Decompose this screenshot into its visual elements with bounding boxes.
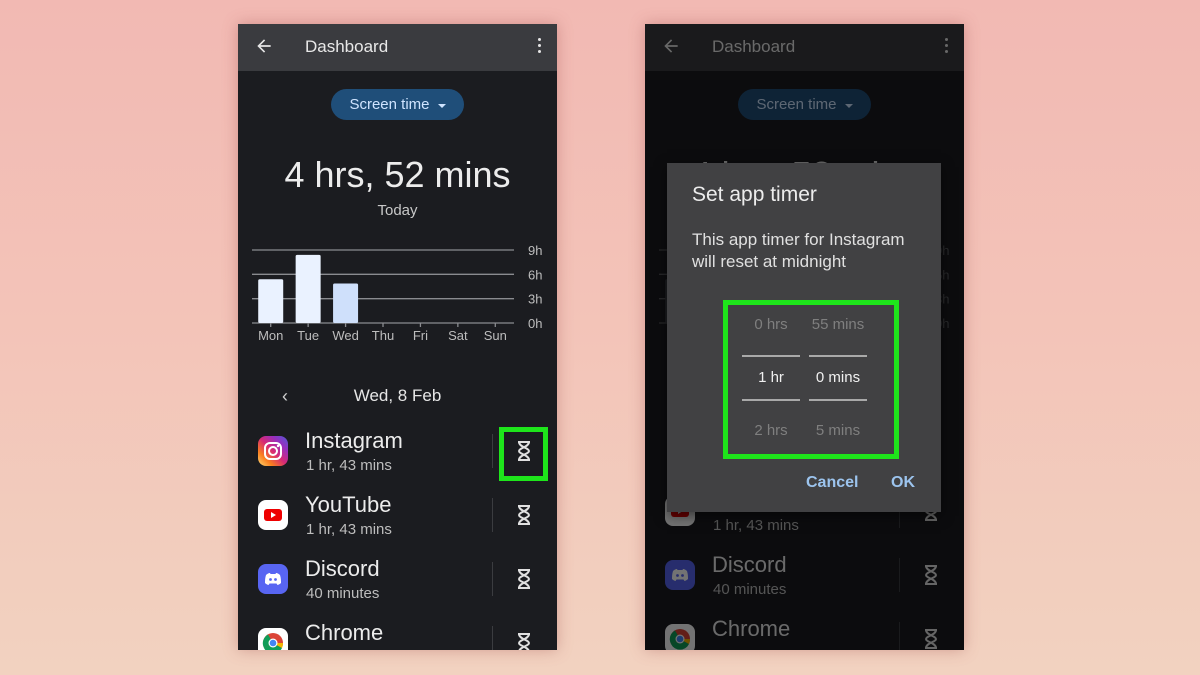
- highlight-box: [723, 300, 899, 459]
- divider: [492, 434, 493, 468]
- discord-icon: [258, 564, 288, 594]
- app-usage-time: 1 hr, 43 mins: [306, 457, 392, 474]
- x-tick-label: Thu: [372, 328, 394, 343]
- x-tick-label: Sat: [448, 328, 468, 343]
- phone-screen-timer-dialog: Dashboard Screen time 4 hrs, 52 mins 0h3…: [645, 24, 964, 650]
- hourglass-icon[interactable]: [514, 568, 534, 590]
- app-usage-time: 40 minutes: [306, 585, 380, 602]
- chrome-icon: [258, 628, 288, 650]
- x-tick-label: Sun: [484, 328, 507, 343]
- weekly-usage-chart: 0h 3h 6h 9h Mon Tue Wed Thu Fri Sat Sun: [252, 243, 542, 343]
- app-row-instagram[interactable]: Instagram 1 hr, 43 mins: [238, 424, 557, 488]
- screen-time-dropdown[interactable]: Screen time: [331, 89, 464, 120]
- total-caption: Today: [377, 202, 418, 219]
- y-tick-label: 3h: [528, 292, 542, 307]
- dialog-message: This app timer for Instagram will reset …: [692, 230, 905, 271]
- dropdown-label: Screen time: [349, 96, 430, 113]
- app-name: Instagram: [305, 428, 403, 453]
- y-tick-label: 9h: [528, 243, 542, 258]
- app-name: Chrome: [305, 620, 384, 645]
- app-row-youtube[interactable]: YouTube 1 hr, 43 mins: [238, 488, 557, 552]
- youtube-icon: [258, 500, 288, 530]
- hourglass-icon[interactable]: [514, 632, 534, 650]
- more-vert-icon[interactable]: [535, 38, 543, 56]
- y-tick-label: 0h: [528, 316, 542, 331]
- instagram-icon: [258, 436, 288, 466]
- app-bar-title: Dashboard: [305, 37, 389, 56]
- app-usage-time: 1 hr, 43 mins: [306, 521, 392, 538]
- app-row-discord[interactable]: Discord 40 minutes: [238, 552, 557, 616]
- app-row-chrome[interactable]: Chrome: [238, 616, 557, 650]
- x-tick-label: Wed: [332, 328, 359, 343]
- phone-screen-dashboard: Dashboard Screen time 4 hrs, 52 mins Tod…: [238, 24, 557, 650]
- dialog-actions: Cancel OK: [667, 474, 941, 498]
- hourglass-icon[interactable]: [514, 504, 534, 526]
- divider: [492, 562, 493, 596]
- bar-wed: [333, 283, 359, 323]
- app-name: Discord: [305, 556, 380, 581]
- x-tick-label: Fri: [413, 328, 428, 343]
- bar-tue: [295, 254, 321, 323]
- set-app-timer-dialog: Set app timer This app timer for Instagr…: [667, 163, 941, 512]
- selected-date: Wed, 8 Feb: [353, 386, 442, 405]
- y-tick-label: 6h: [528, 267, 542, 282]
- highlight-box: [499, 427, 548, 481]
- x-tick-label: Tue: [297, 328, 319, 343]
- divider: [492, 626, 493, 650]
- app-name: YouTube: [305, 492, 392, 517]
- x-tick-label: Mon: [258, 328, 283, 343]
- duration-picker: 0 hrs 1 hr 2 hrs 55 mins 0 mins 5 mins: [723, 300, 899, 459]
- date-navigator: ‹ Wed, 8 Feb: [238, 384, 557, 414]
- divider: [492, 498, 493, 532]
- ok-button[interactable]: OK: [891, 474, 915, 492]
- app-bar: Dashboard: [238, 24, 557, 71]
- cancel-button[interactable]: Cancel: [806, 474, 858, 492]
- dropdown-caret-icon: [437, 103, 446, 108]
- bar-mon: [258, 279, 284, 323]
- arrow-left-icon[interactable]: [254, 36, 274, 56]
- total-screen-time: 4 hrs, 52 mins: [284, 154, 511, 195]
- dialog-title: Set app timer: [692, 183, 817, 206]
